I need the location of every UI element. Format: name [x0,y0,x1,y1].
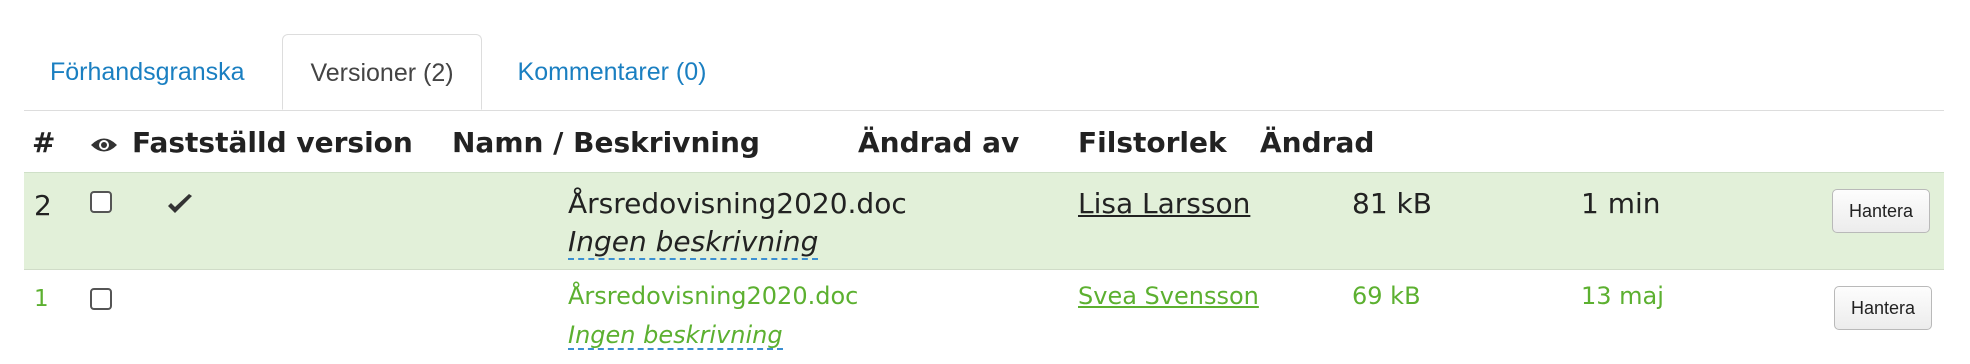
file-description[interactable]: Ingen beskrivning [568,322,783,351]
manage-button[interactable]: Hantera [1832,189,1930,233]
file-name: Årsredovisning2020.doc [568,187,907,220]
tab-versions[interactable]: Versioner (2) [282,34,482,110]
file-description[interactable]: Ingen beskrivning [568,226,819,260]
manage-button[interactable]: Hantera [1834,286,1932,330]
changed-time: 1 min [1581,187,1661,220]
file-size: 81 kB [1352,187,1432,220]
header-fixed-version: Fastställd version [132,126,413,159]
table-row: 2 Årsredovisning2020.doc Ingen beskrivni… [24,173,1944,270]
table-row: 1 Årsredovisning2020.doc Ingen beskrivni… [24,270,1944,362]
version-checkbox[interactable] [90,288,112,310]
version-checkbox[interactable] [90,191,112,213]
header-changed: Ändrad [1260,126,1375,159]
version-number: 2 [34,189,52,222]
tab-comments[interactable]: Kommentarer (0) [482,34,742,110]
file-size: 69 kB [1352,282,1421,310]
header-changed-by: Ändrad av [858,126,1020,159]
versions-table: # Fastställd version Namn / Beskrivning … [24,110,1944,362]
checkmark-icon [168,194,192,213]
header-name: Namn / Beskrivning [452,126,760,159]
author-link[interactable]: Svea Svensson [1078,282,1259,310]
table-header: # Fastställd version Namn / Beskrivning … [24,110,1944,173]
tab-preview[interactable]: Förhandsgranska [24,34,282,110]
eye-icon [91,138,117,152]
version-number: 1 [34,286,49,312]
file-name: Årsredovisning2020.doc [568,282,859,310]
header-num: # [32,126,56,159]
author-link[interactable]: Lisa Larsson [1078,187,1250,220]
changed-time: 13 maj [1581,282,1664,310]
tab-bar: Förhandsgranska Versioner (2) Kommentare… [24,34,1944,111]
header-filesize: Filstorlek [1078,126,1227,159]
